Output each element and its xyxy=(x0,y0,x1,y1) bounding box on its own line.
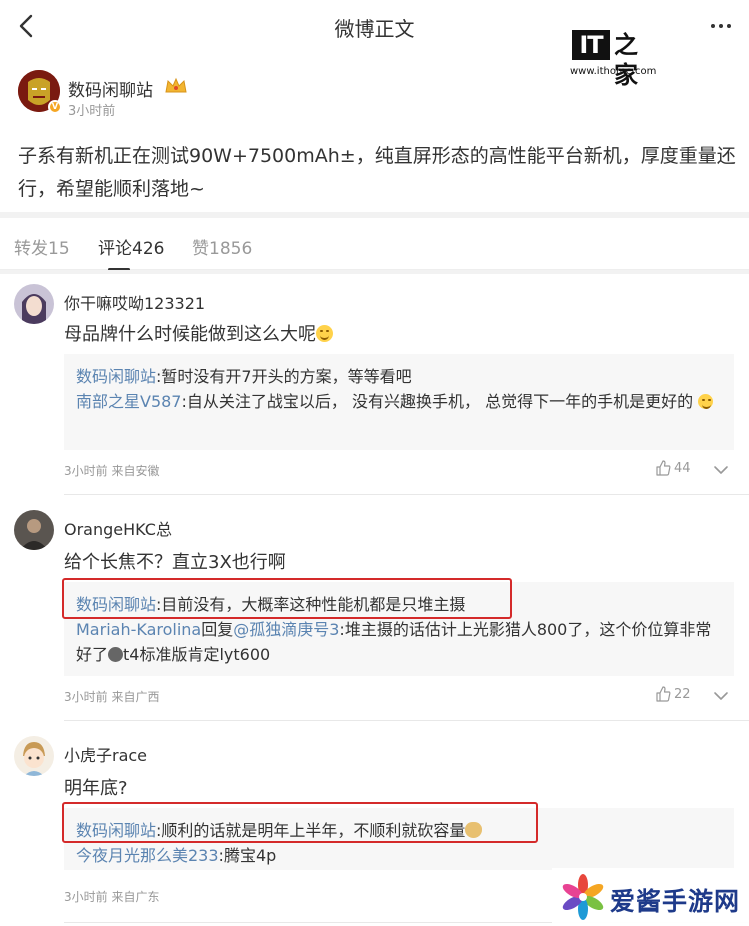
comment-divider xyxy=(64,494,749,495)
reply-mention[interactable]: @孤独滴庚号3 xyxy=(233,620,339,639)
reply-author[interactable]: 南部之星V587 xyxy=(76,392,182,411)
reply-text: :暂时没有开7开头的方案，等等看吧 xyxy=(156,367,412,386)
reply-text: :腾宝4p xyxy=(218,846,277,865)
like-count: 22 xyxy=(674,687,691,702)
like-button[interactable]: 44 xyxy=(655,460,695,480)
emoji-icon xyxy=(108,647,124,662)
chevron-down-icon[interactable] xyxy=(711,686,731,706)
like-count: 44 xyxy=(674,461,691,476)
tab-comments[interactable]: 评论426 xyxy=(98,234,164,259)
commenter-avatar[interactable] xyxy=(14,736,54,776)
commenter-name[interactable]: 你干嘛哎呦123321 xyxy=(64,290,205,314)
ithome-watermark: IT 之家 www.ithome.com xyxy=(570,30,660,89)
post-time: 3小时前 xyxy=(68,104,116,119)
ithome-logo: IT xyxy=(572,30,610,60)
comment-text: 给个长焦不？直立3X也行啊 xyxy=(64,552,286,573)
thumb-up-icon xyxy=(656,460,671,476)
site-watermark-text: 爱酱手游网 xyxy=(610,887,741,916)
ithome-logo-cn: 之家 xyxy=(614,30,638,89)
comment-meta: 3小时前 来自广西 xyxy=(64,690,160,704)
reply-text: :自从关注了战宝以后， 没有兴趣换手机， 总觉得下一年的手机是更好的 xyxy=(181,392,694,411)
reply-author[interactable]: Mariah-Karolina xyxy=(76,620,201,639)
smile-emoji-icon xyxy=(698,394,714,409)
tab-bar: 转发15 评论426 赞1856 xyxy=(0,218,749,271)
poster-name[interactable]: 数码闲聊站 xyxy=(68,76,153,101)
commenter-avatar[interactable] xyxy=(14,284,54,324)
reply-connector: 回复 xyxy=(201,620,234,639)
ithome-url: www.ithome.com xyxy=(570,66,657,77)
post-header: V 数码闲聊站 3小时前 xyxy=(18,70,518,120)
highlight-box xyxy=(62,802,538,843)
commenter-name[interactable]: OrangeHKC总 xyxy=(64,516,172,540)
more-options-icon[interactable] xyxy=(709,14,733,38)
smile-emoji-icon xyxy=(316,325,333,342)
reply-author[interactable]: 今夜月光那么美233 xyxy=(76,846,219,865)
comment-text: 母品牌什么时候能做到这么大呢 xyxy=(64,320,333,346)
comment-divider xyxy=(64,720,749,721)
highlight-box xyxy=(62,578,512,619)
post-text: 子系有新机正在测试90W+7500mAh±，纯直屏形态的高性能平台新机，厚度重量… xyxy=(18,145,736,200)
comment-meta: 3小时前 来自安徽 xyxy=(64,464,160,478)
like-button[interactable]: 22 xyxy=(655,686,695,706)
verified-badge-icon: V xyxy=(48,100,62,114)
commenter-name[interactable]: 小虎子race xyxy=(64,742,147,766)
reply-author[interactable]: 数码闲聊站 xyxy=(76,367,156,386)
reply-box[interactable]: 数码闲聊站:暂时没有开7开头的方案，等等看吧 南部之星V587:自从关注了战宝以… xyxy=(64,354,734,450)
site-watermark: 爱酱手游网 xyxy=(552,868,749,926)
commenter-avatar[interactable] xyxy=(14,510,54,550)
comment-text: 明年底? xyxy=(64,778,128,799)
thumb-up-icon xyxy=(656,686,671,702)
tab-reposts[interactable]: 转发15 xyxy=(14,234,70,259)
comment-meta: 3小时前 来自广东 xyxy=(64,890,160,904)
crown-icon xyxy=(164,76,188,96)
tab-likes[interactable]: 赞1856 xyxy=(192,234,252,259)
reply-text-tail: t4标准版肯定lyt600 xyxy=(123,645,271,664)
pinwheel-logo-icon xyxy=(560,874,606,920)
chevron-down-icon[interactable] xyxy=(711,460,731,480)
section-divider xyxy=(0,270,749,274)
